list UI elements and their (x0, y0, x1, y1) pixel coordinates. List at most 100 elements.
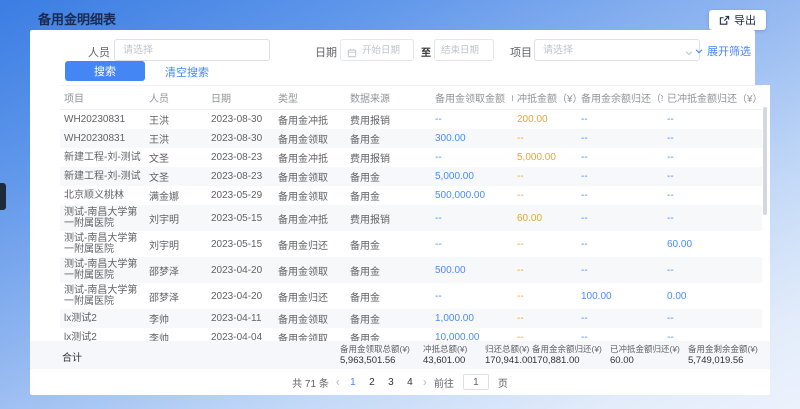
cell-person: 李帅 (145, 309, 207, 328)
cell-source: 备用金 (346, 186, 431, 205)
cell-type: 备用金领取 (274, 328, 346, 341)
clear-search-link[interactable]: 清空搜索 (165, 64, 209, 80)
page-numbers: 1234 (347, 377, 416, 388)
cell-source: 备用金 (346, 231, 431, 257)
cell-project: 测试-南昌大学第一附属医院 (60, 231, 145, 257)
table-row[interactable]: lx测试2李帅2023-04-11备用金领取备用金1,000.00------ (60, 309, 762, 328)
summary-stat-label: 备用金余额归还(¥) (532, 344, 602, 355)
summary-stat: 备用金余额归还(¥)170,881.00 (532, 344, 602, 367)
summary-stat: 已冲抵金额归还(¥)60.00 (610, 344, 680, 367)
page-number-2[interactable]: 2 (366, 377, 378, 388)
table-row[interactable]: 测试-南昌大学第一附属医院邵梦泽2023-04-20备用金归还备用金----10… (60, 283, 762, 309)
cell-offset: 5,000.00 (513, 148, 577, 167)
summary-stat-value: 60.00 (610, 355, 680, 367)
cell-offset: -- (513, 328, 577, 341)
cell-balance_return: -- (577, 129, 663, 148)
table-row[interactable]: 测试-南昌大学第一附属医院刘宇明2023-05-15备用金归还备用金------… (60, 231, 762, 257)
cell-source: 备用金 (346, 129, 431, 148)
column-header: 数据来源 (346, 86, 431, 110)
column-header: 备用金领取金额（¥） (431, 86, 513, 110)
date-start-field[interactable] (362, 45, 407, 56)
cell-date: 2023-05-15 (207, 231, 274, 257)
summary-stat-label: 备用金领取总额(¥) (340, 344, 410, 355)
table-row[interactable]: WH20230831王洪2023-08-30备用金冲抵费用报销--200.00-… (60, 110, 762, 130)
cell-offset_return: -- (663, 205, 762, 231)
page-number-4[interactable]: 4 (404, 377, 416, 388)
export-button[interactable]: 导出 (709, 10, 766, 30)
cell-person: 王洪 (145, 129, 207, 148)
date-end-field[interactable] (441, 45, 487, 56)
table-body: WH20230831王洪2023-08-30备用金冲抵费用报销--200.00-… (60, 110, 762, 342)
cell-source: 费用报销 (346, 110, 431, 130)
cell-offset_return: -- (663, 110, 762, 130)
cell-project: WH20230831 (60, 110, 145, 130)
cell-date: 2023-04-20 (207, 257, 274, 283)
cell-date: 2023-04-11 (207, 309, 274, 328)
table-scrollbar[interactable] (763, 107, 767, 215)
table-row[interactable]: 新建工程-刘-测试文圣2023-08-23备用金冲抵费用报销--5,000.00… (60, 148, 762, 167)
cell-received: -- (431, 205, 513, 231)
cell-date: 2023-08-23 (207, 167, 274, 186)
summary-row: 合计 备用金领取总额(¥)5,963,501.56冲抵总额(¥)43,601.0… (30, 341, 770, 369)
calendar-icon (347, 45, 357, 55)
cell-received: 1,000.00 (431, 309, 513, 328)
cell-person: 满金娜 (145, 186, 207, 205)
cell-type: 备用金冲抵 (274, 205, 346, 231)
cell-date: 2023-05-15 (207, 205, 274, 231)
cell-offset: -- (513, 231, 577, 257)
page-number-3[interactable]: 3 (385, 377, 397, 388)
goto-page-input[interactable] (463, 374, 489, 390)
table-row[interactable]: lx测试2李帅2023-04-04备用金领取备用金10,000.00------ (60, 328, 762, 341)
date-end-input[interactable] (434, 39, 494, 61)
cell-balance_return: 100.00 (577, 283, 663, 309)
table-row[interactable]: 新建工程-刘-测试文圣2023-08-23备用金领取备用金5,000.00---… (60, 167, 762, 186)
data-table: 项目人员日期类型数据来源备用金领取金额（¥）冲抵金额（¥）备用金余额归还（¥）已… (60, 85, 762, 341)
cell-offset: -- (513, 186, 577, 205)
summary-stat-value: 5,963,501.56 (340, 355, 410, 367)
summary-stat-label: 冲抵总额(¥) (423, 344, 467, 355)
search-button[interactable]: 搜索 (65, 61, 145, 81)
expand-filters-link[interactable]: 展开筛选 (694, 43, 751, 59)
cell-type: 备用金领取 (274, 186, 346, 205)
data-table-wrap: 项目人员日期类型数据来源备用金领取金额（¥）冲抵金额（¥）备用金余额归还（¥）已… (60, 85, 762, 341)
column-header: 人员 (145, 86, 207, 110)
date-start-input[interactable] (340, 39, 414, 61)
table-row[interactable]: 测试-南昌大学第一附属医院邵梦泽2023-04-20备用金领取备用金500.00… (60, 257, 762, 283)
cell-type: 备用金归还 (274, 231, 346, 257)
cell-offset: -- (513, 257, 577, 283)
person-filter-input[interactable] (114, 39, 270, 61)
cell-received: 300.00 (431, 129, 513, 148)
page-number-1[interactable]: 1 (347, 377, 359, 388)
summary-stat-value: 170,941.00 (485, 355, 533, 367)
cell-project: 测试-南昌大学第一附属医院 (60, 283, 145, 309)
cell-received: -- (431, 283, 513, 309)
cell-person: 刘宇明 (145, 205, 207, 231)
next-page-icon[interactable]: › (423, 376, 427, 388)
cell-balance_return: -- (577, 110, 663, 130)
cell-offset_return: 0.00 (663, 283, 762, 309)
cell-project: WH20230831 (60, 129, 145, 148)
cell-received: 500,000.00 (431, 186, 513, 205)
table-row[interactable]: 测试-南昌大学第一附属医院刘宇明2023-05-15备用金冲抵费用报销--60.… (60, 205, 762, 231)
cell-person: 文圣 (145, 148, 207, 167)
column-header: 冲抵金额（¥） (513, 86, 577, 110)
date-filter-label: 日期 (315, 44, 337, 60)
cell-balance_return: -- (577, 205, 663, 231)
table-row[interactable]: WH20230831王洪2023-08-30备用金领取备用金300.00----… (60, 129, 762, 148)
cell-type: 备用金领取 (274, 309, 346, 328)
cell-source: 费用报销 (346, 148, 431, 167)
cell-offset: -- (513, 283, 577, 309)
sidebar-collapse-handle[interactable] (0, 183, 6, 210)
table-row[interactable]: 北京顺义桃林满金娜2023-05-29备用金领取备用金500,000.00---… (60, 186, 762, 205)
filter-panel: 人员 日期 至 项目 展开筛选 搜索 清空搜索 (30, 30, 755, 85)
cell-person: 李帅 (145, 328, 207, 341)
cell-type: 备用金领取 (274, 167, 346, 186)
pagination-total: 共 71 条 (292, 375, 329, 390)
prev-page-icon[interactable]: ‹ (336, 376, 340, 388)
cell-offset_return: 60.00 (663, 231, 762, 257)
cell-offset: -- (513, 309, 577, 328)
cell-offset_return: -- (663, 129, 762, 148)
table-panel: 项目人员日期类型数据来源备用金领取金额（¥）冲抵金额（¥）备用金余额归还（¥）已… (30, 85, 770, 395)
column-header: 日期 (207, 86, 274, 110)
project-filter-select[interactable] (534, 39, 700, 61)
